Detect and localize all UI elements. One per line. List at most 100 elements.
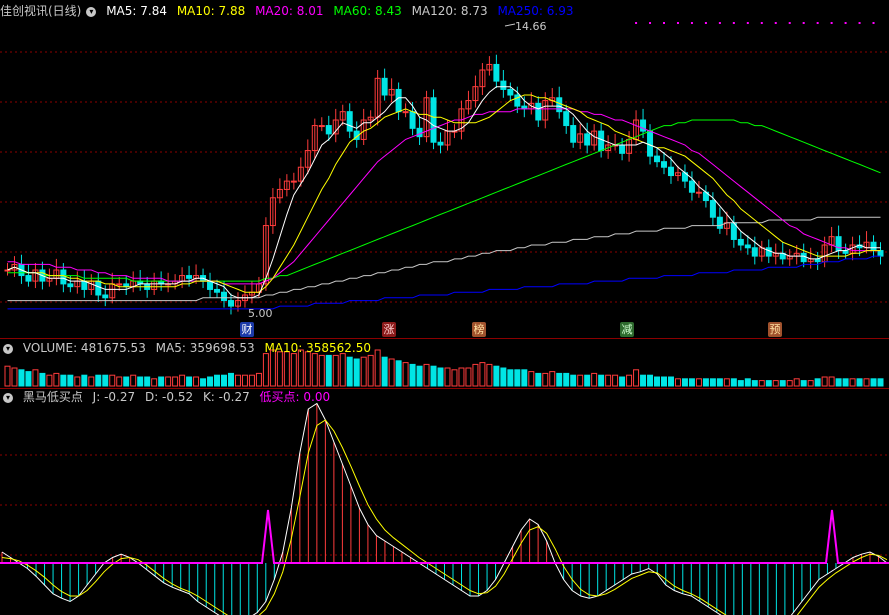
candle-body	[416, 127, 423, 138]
volume-bar	[814, 378, 821, 387]
d-line	[1, 419, 888, 615]
volume-bar	[807, 380, 814, 387]
marker-dot	[718, 22, 721, 24]
candle-body	[835, 236, 842, 252]
volume-bar	[81, 374, 88, 387]
volume-bar	[214, 374, 221, 387]
marker-dot	[844, 22, 847, 24]
volume-bar	[828, 376, 835, 387]
volume-bar	[4, 365, 11, 387]
volume-bar	[535, 372, 542, 387]
volume-bar	[311, 353, 318, 387]
candle-body	[556, 97, 563, 113]
marker-dot	[802, 22, 805, 24]
candle-body	[437, 141, 444, 146]
dropdown-icon[interactable]: ▾	[3, 343, 13, 354]
volume-ma5-label: MA5: 359698.53	[155, 341, 255, 355]
volume-bar	[493, 365, 500, 387]
low-price-label: 5.00	[248, 307, 273, 320]
candle-body	[647, 130, 654, 157]
peak-price-label: 14.66	[515, 20, 547, 33]
ma10-label: MA10: 7.88	[176, 4, 246, 18]
ma60-line	[7, 119, 881, 282]
indicator-d: D: -0.52	[144, 390, 194, 404]
signal-jian[interactable]: 减	[620, 322, 634, 337]
volume-bar	[88, 376, 95, 387]
volume-bar	[360, 356, 367, 387]
marker-dot	[676, 22, 679, 24]
volume-bar	[542, 372, 549, 387]
candle-body	[290, 180, 297, 183]
volume-bar	[472, 363, 479, 387]
candle-body	[402, 111, 409, 114]
candle-body	[227, 300, 234, 307]
volume-bar	[179, 374, 186, 387]
volume-bar	[465, 367, 472, 387]
candle-body	[500, 80, 507, 90]
signal-bang[interactable]: 榜	[472, 322, 486, 337]
volume-bar	[451, 369, 458, 387]
volume-bar	[723, 378, 730, 387]
volume-bar	[591, 372, 598, 387]
dropdown-icon[interactable]: ▾	[3, 392, 13, 403]
volume-bar	[619, 376, 626, 387]
candle-body	[584, 133, 591, 146]
candle-body	[318, 125, 325, 128]
volume-bar	[458, 367, 465, 387]
candle-body	[570, 125, 577, 143]
volume-bar	[32, 369, 39, 387]
volume-bar	[751, 380, 758, 387]
signal-zhang[interactable]: 涨	[382, 322, 396, 337]
signal-cai[interactable]: 财	[240, 322, 254, 337]
volume-bar	[444, 367, 451, 387]
volume-bar	[395, 360, 402, 387]
volume-bar	[640, 374, 647, 387]
dropdown-icon[interactable]: ▾	[86, 6, 97, 17]
volume-bar	[870, 378, 877, 387]
candle-body	[870, 241, 877, 252]
indicator-buy-point: 低买点: 0.00	[259, 390, 331, 404]
candle-body	[619, 144, 626, 154]
volume-bar	[346, 356, 353, 387]
volume-bar	[612, 374, 619, 387]
volume-bar	[325, 354, 332, 387]
candle-body	[493, 63, 500, 82]
marker-dot	[774, 22, 777, 24]
stock-title: 佳创视讯(日线)	[0, 4, 82, 18]
volume-bar	[709, 378, 716, 387]
volume-bar	[674, 378, 681, 387]
candle-body	[563, 111, 570, 127]
stock-chart	[0, 22, 889, 615]
volume-bar	[123, 376, 130, 387]
ma250-label: MA250: 6.93	[497, 4, 574, 18]
volume-bar	[130, 374, 137, 387]
ma120-line	[7, 216, 881, 302]
volume-bar	[227, 372, 234, 387]
candle-body	[346, 111, 353, 132]
volume-ma10-label: MA10: 358562.50	[264, 341, 372, 355]
candle-body	[667, 166, 674, 177]
volume-bar	[165, 376, 172, 387]
volume-bar	[109, 374, 116, 387]
marker-dot	[732, 22, 735, 24]
volume-bar	[835, 378, 842, 387]
volume-bar	[605, 374, 612, 387]
candle-body	[395, 88, 402, 113]
volume-bar	[25, 371, 32, 387]
volume-bar	[74, 376, 81, 387]
candle-body	[709, 200, 716, 218]
volume-bar	[381, 356, 388, 387]
volume-bar	[39, 372, 46, 387]
volume-bar	[11, 367, 18, 387]
price-header: 佳创视讯(日线) ▾ MA5: 7.84 MA10: 7.88 MA20: 8.0…	[0, 2, 579, 20]
signal-yu[interactable]: 预	[768, 322, 782, 337]
volume-bar	[158, 376, 165, 387]
volume-bar	[18, 369, 25, 387]
candle-body	[95, 280, 102, 296]
candle-body	[325, 125, 332, 135]
ma20-line	[7, 108, 881, 285]
volume-bar	[772, 380, 779, 387]
volume-bar	[633, 369, 640, 387]
volume-bar	[255, 372, 262, 387]
volume-bar	[856, 378, 863, 387]
